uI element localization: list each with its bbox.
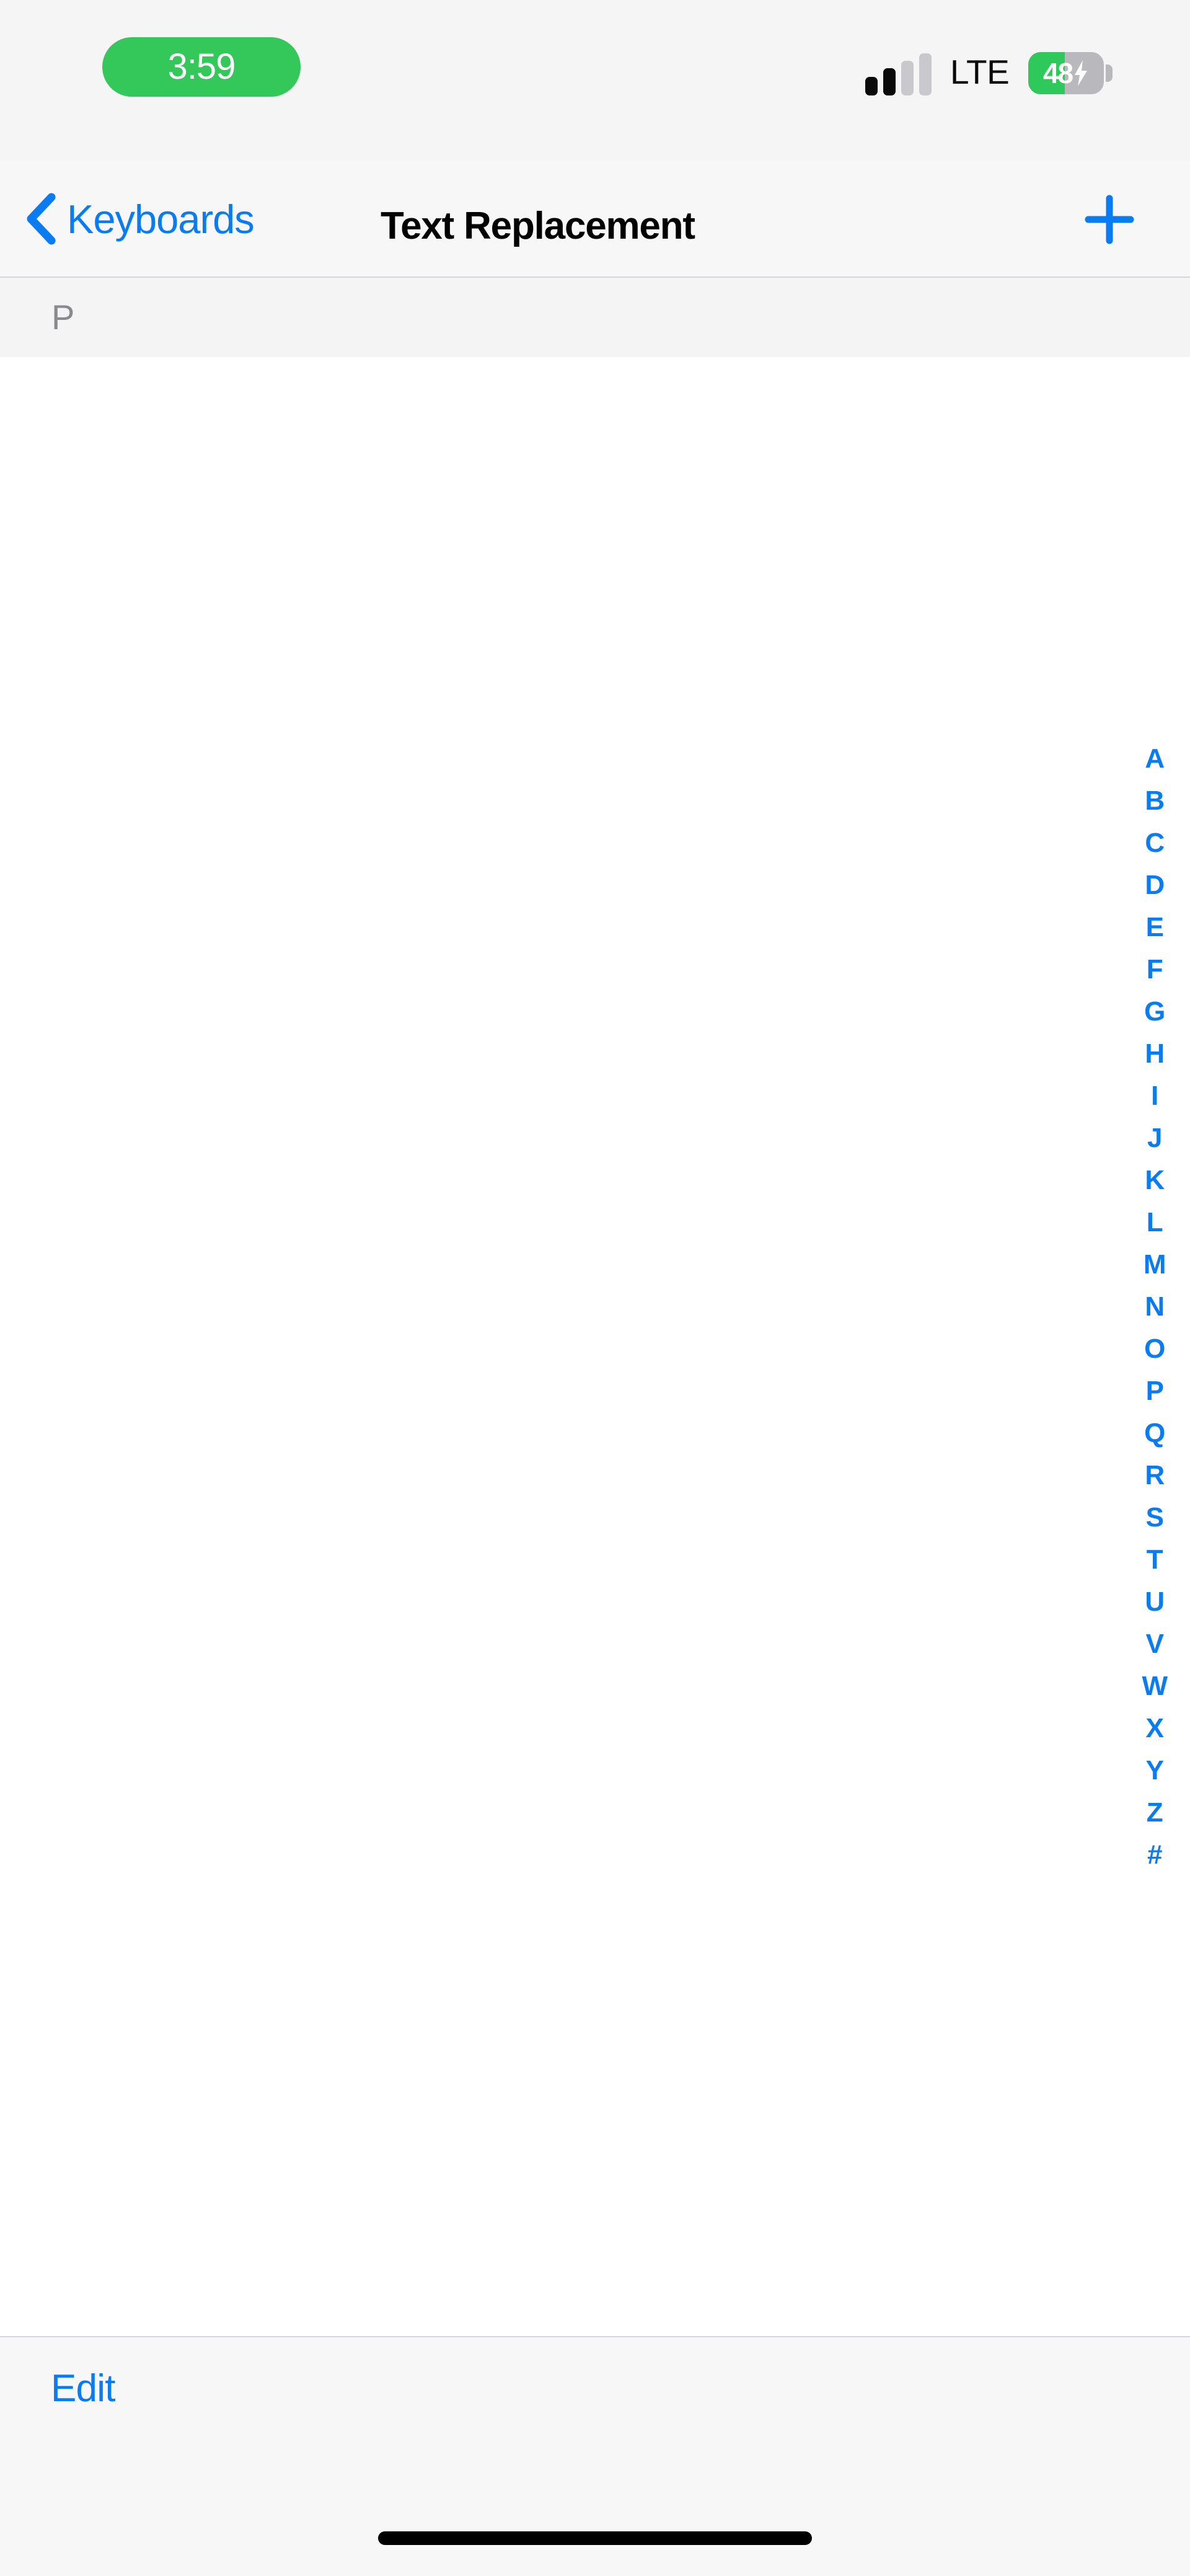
section-index-letter-v[interactable]: V [1146,1623,1164,1665]
section-index-letter-c[interactable]: C [1145,822,1165,864]
carrier-label: LTE [950,53,1010,91]
chevron-left-icon [27,193,56,245]
page-title: Text Replacement [381,205,695,247]
section-index-letter-d[interactable]: D [1145,864,1165,906]
charging-bolt-icon [1075,60,1088,86]
section-header-p: P [0,278,1190,357]
section-index-letter-b[interactable]: B [1145,780,1165,822]
section-index-letter-h[interactable]: H [1145,1033,1165,1075]
section-index-letter-r[interactable]: R [1145,1454,1165,1497]
section-index-letter-a[interactable]: A [1145,738,1165,780]
navigation-bar: Keyboards Text Replacement [0,161,1190,278]
back-button[interactable]: Keyboards [24,185,255,253]
section-index-letter-x[interactable]: X [1146,1707,1164,1750]
text-replacement-list[interactable] [0,357,1190,2336]
home-indicator[interactable] [378,2531,812,2545]
section-index-letter-n[interactable]: N [1145,1286,1165,1328]
section-index-letter-j[interactable]: J [1147,1117,1162,1159]
signal-bar-1 [865,77,878,95]
add-text-replacement-button[interactable] [1077,187,1142,252]
edit-button[interactable]: Edit [51,2370,115,2408]
status-bar: 3:59 LTE 48 [0,0,1190,161]
battery-percent-label: 48 [1042,57,1073,89]
section-index-letter-i[interactable]: I [1151,1075,1158,1117]
section-index-letter-g[interactable]: G [1144,991,1165,1033]
status-time-label: 3:59 [167,46,236,87]
section-index-letter-hash[interactable]: # [1147,1834,1162,1876]
section-index-letter-p[interactable]: P [1146,1370,1164,1412]
signal-bar-4 [919,53,932,95]
section-index-letter-f[interactable]: F [1147,949,1163,991]
cellular-signal-icon [865,53,932,95]
battery-icon: 48 [1028,52,1104,94]
section-index-letter-o[interactable]: O [1144,1328,1165,1370]
section-header-label: P [51,298,75,337]
section-index-letter-k[interactable]: K [1145,1159,1165,1202]
section-index-letter-e[interactable]: E [1146,906,1164,949]
section-index-letter-u[interactable]: U [1145,1581,1165,1623]
section-index-letter-m[interactable]: M [1144,1244,1166,1286]
back-button-label: Keyboards [67,196,255,242]
section-index-letter-q[interactable]: Q [1144,1412,1165,1454]
battery-cap [1106,64,1113,82]
signal-bar-2 [883,68,896,95]
section-index-bar[interactable]: A B C D E F G H I J K L M N O P Q R S T U V W X Y Z # [1130,738,1179,1876]
battery-content: 48 [1028,52,1104,94]
section-index-letter-z[interactable]: Z [1147,1792,1163,1834]
section-index-letter-y[interactable]: Y [1146,1750,1164,1792]
signal-bar-3 [901,61,914,95]
section-index-letter-s[interactable]: S [1146,1497,1164,1539]
section-index-letter-l[interactable]: L [1147,1202,1163,1244]
section-index-letter-w[interactable]: W [1142,1665,1168,1707]
section-index-letter-t[interactable]: T [1147,1539,1163,1581]
plus-icon [1085,195,1134,244]
status-time-pill[interactable]: 3:59 [102,37,301,97]
iphone-screen: 3:59 LTE 48 Keyboards Text Replacement P… [0,0,1190,2576]
